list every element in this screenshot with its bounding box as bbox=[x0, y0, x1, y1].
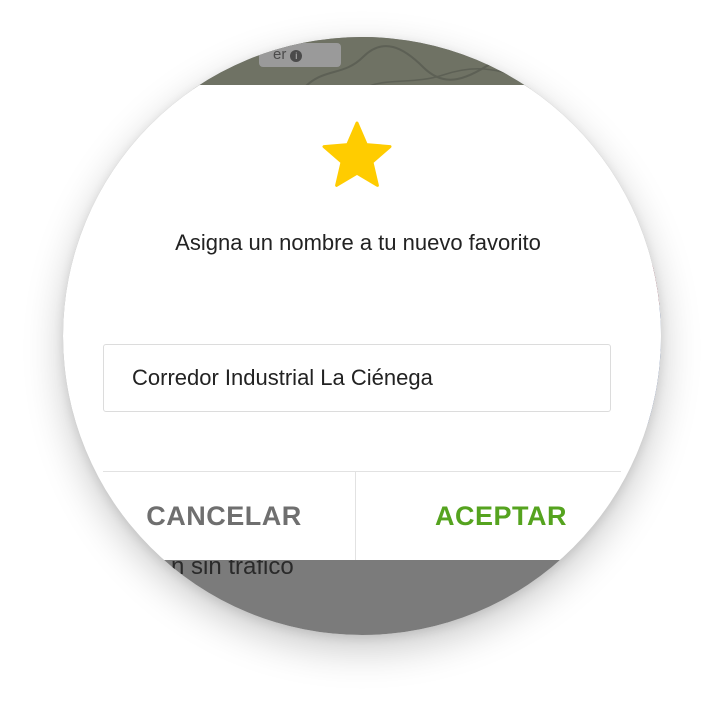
map-label-chip: er i bbox=[259, 43, 341, 67]
star-icon bbox=[322, 121, 392, 187]
dialog-title: Asigna un nombre a tu nuevo favorito bbox=[175, 230, 541, 255]
map-chip-text: er bbox=[273, 46, 287, 63]
favorite-name-input[interactable] bbox=[103, 344, 611, 412]
screen: eri 0 n sin tráfico Asigna un nombre a t… bbox=[0, 0, 724, 720]
accept-button[interactable]: ACEPTAR bbox=[356, 472, 646, 560]
magnifier-lens: eri 0 n sin tráfico Asigna un nombre a t… bbox=[63, 37, 661, 635]
info-icon: i bbox=[290, 50, 303, 62]
terrain-lines bbox=[302, 37, 534, 89]
map-terrain-strip: er i bbox=[63, 37, 661, 89]
cancel-button[interactable]: CANCELAR bbox=[93, 472, 355, 560]
favorite-name-dialog: Asigna un nombre a tu nuevo favorito CAN… bbox=[63, 85, 661, 560]
